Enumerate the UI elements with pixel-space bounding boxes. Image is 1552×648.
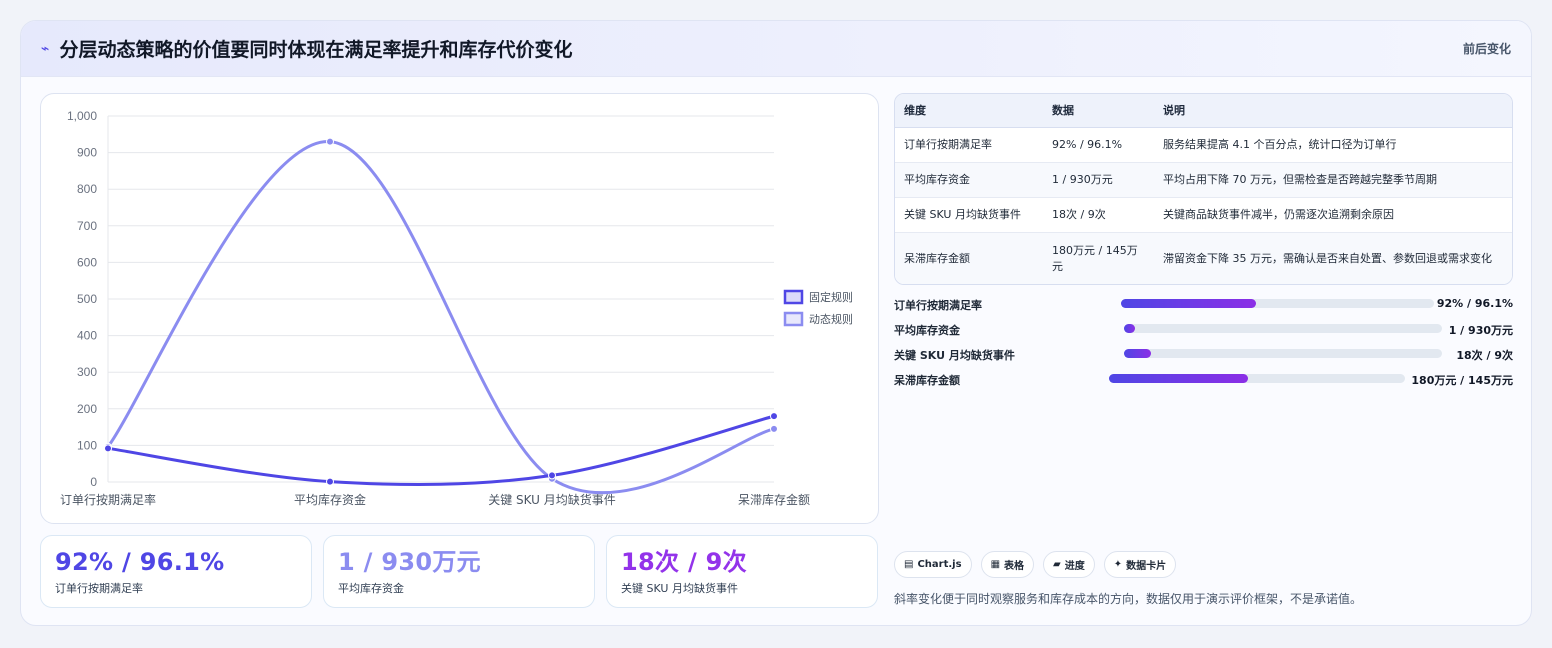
x-tick-label: 订单行按期满足率 xyxy=(60,492,156,507)
table-cell: 平均库存资金 xyxy=(895,162,1043,198)
kpi-value: 18次 / 9次 xyxy=(621,548,747,576)
kpi-card-fill-rate: 92% / 96.1% 订单行按期满足率 xyxy=(40,535,312,608)
tag-label: 表格 xyxy=(1004,561,1025,572)
tag-chartjs[interactable]: ▤ Chart.js xyxy=(894,551,972,578)
table-icon: ▦ xyxy=(990,559,1001,570)
card-header: ⌁ 分层动态策略的价值要同时体现在满足率提升和库存代价变化 前后变化 xyxy=(21,21,1531,77)
legend-label: 固定规则 xyxy=(809,290,853,304)
y-tick-label: 700 xyxy=(77,219,97,233)
y-tick-label: 0 xyxy=(90,475,97,489)
card-icon: ✦ xyxy=(1113,559,1123,570)
y-tick-label: 400 xyxy=(77,329,97,343)
y-tick-label: 800 xyxy=(77,182,97,196)
tag-label: 数据卡片 xyxy=(1126,561,1167,572)
kpi-label: 订单行按期满足率 xyxy=(55,582,143,595)
legend-swatch xyxy=(783,311,804,327)
data-point xyxy=(326,137,334,146)
progress-label: 关键 SKU 月均缺货事件 xyxy=(894,349,1015,362)
progress-icon: ▰ xyxy=(1053,559,1061,570)
kpi-card-inventory: 1 / 930万元 平均库存资金 xyxy=(323,535,595,608)
chart-icon: ▤ xyxy=(904,559,914,570)
progress-track xyxy=(1124,324,1442,333)
y-tick-label: 300 xyxy=(77,365,97,379)
y-tick-label: 100 xyxy=(77,438,97,452)
y-tick-label: 200 xyxy=(77,402,97,416)
y-tick-label: 500 xyxy=(77,292,97,306)
kpi-value: 92% / 96.1% xyxy=(55,548,225,576)
y-tick-label: 1,000 xyxy=(67,109,97,123)
line-chart: 0 100 200 300 400 500 600 700 800 900 1,000 订单行按期满足… xyxy=(40,93,879,524)
table-header-row: 维度 数据 说明 xyxy=(895,94,1512,128)
kpi-label: 关键 SKU 月均缺货事件 xyxy=(621,582,738,595)
progress-row: 呆滞库存金额 180万元 / 145万元 xyxy=(894,369,1513,394)
x-tick-label: 关键 SKU 月均缺货事件 xyxy=(488,492,616,507)
kpi-label: 平均库存资金 xyxy=(338,582,404,595)
progress-fill xyxy=(1124,324,1136,333)
tag-list: ▤ Chart.js ▦ 表格 ▰ 进度 ✦ 数据卡片 xyxy=(894,551,1177,578)
progress-fill xyxy=(1121,299,1256,308)
footnote: 斜率变化便于同时观察服务和库存成本的方向，数据仅用于演示评价框架，不是承诺值。 xyxy=(894,592,1363,606)
table-header: 维度 xyxy=(895,94,1043,128)
table-row: 关键 SKU 月均缺货事件 18次 / 9次 关键商品缺货事件减半，仍需逐次追溯… xyxy=(895,197,1512,233)
legend-swatch xyxy=(783,289,804,305)
progress-fill xyxy=(1109,374,1249,383)
kpi-card-stockout: 18次 / 9次 关键 SKU 月均缺货事件 xyxy=(606,535,878,608)
progress-list: 订单行按期满足率 92% / 96.1% 平均库存资金 1 / 930万元 关键… xyxy=(894,294,1513,394)
tag-label: Chart.js xyxy=(917,559,962,570)
tag-data-card[interactable]: ✦ 数据卡片 xyxy=(1103,551,1177,578)
progress-track xyxy=(1124,349,1442,358)
table-cell: 18次 / 9次 xyxy=(1043,197,1154,233)
y-tick-label: 900 xyxy=(77,146,97,160)
table-row: 平均库存资金 1 / 930万元 平均占用下降 70 万元，但需检查是否跨越完整… xyxy=(895,162,1512,198)
series-line xyxy=(106,140,775,495)
data-point xyxy=(104,444,112,453)
table-cell: 92% / 96.1% xyxy=(1043,127,1154,163)
tag-table[interactable]: ▦ 表格 xyxy=(980,551,1035,578)
table-row: 订单行按期满足率 92% / 96.1% 服务结果提高 4.1 个百分点，统计口… xyxy=(895,127,1512,163)
table-cell: 180万元 / 145万元 xyxy=(1043,232,1154,284)
progress-row: 订单行按期满足率 92% / 96.1% xyxy=(894,294,1513,319)
series-line xyxy=(107,414,775,487)
progress-value: 180万元 / 145万元 xyxy=(1411,374,1513,387)
x-tick-label: 呆滞库存金额 xyxy=(738,492,810,507)
progress-label: 呆滞库存金额 xyxy=(894,374,960,387)
progress-value: 1 / 930万元 xyxy=(1448,324,1513,337)
table-row: 呆滞库存金额 180万元 / 145万元 滞留资金下降 35 万元，需确认是否来… xyxy=(895,232,1512,284)
progress-label: 订单行按期满足率 xyxy=(894,299,982,312)
progress-row: 平均库存资金 1 / 930万元 xyxy=(894,319,1513,344)
table-cell: 1 / 930万元 xyxy=(1043,162,1154,198)
page-title: 分层动态策略的价值要同时体现在满足率提升和库存代价变化 xyxy=(59,39,573,61)
table-header: 数据 xyxy=(1043,94,1154,128)
kpi-value: 1 / 930万元 xyxy=(338,548,481,576)
table-cell: 关键 SKU 月均缺货事件 xyxy=(895,197,1043,233)
data-table: 维度 数据 说明 订单行按期满足率 92% / 96.1% 服务结果提高 4.1… xyxy=(894,93,1513,285)
chart-svg: 0 100 200 300 400 500 600 700 800 900 1,000 订单行按期满足… xyxy=(60,109,853,507)
table-header: 说明 xyxy=(1154,94,1512,128)
data-point xyxy=(548,471,556,480)
table-cell: 关键商品缺货事件减半，仍需逐次追溯剩余原因 xyxy=(1154,197,1512,233)
legend-label: 动态规则 xyxy=(809,312,853,326)
progress-value: 92% / 96.1% xyxy=(1436,297,1513,310)
y-tick-label: 600 xyxy=(77,255,97,269)
progress-row: 关键 SKU 月均缺货事件 18次 / 9次 xyxy=(894,344,1513,369)
main-card: ⌁ 分层动态策略的价值要同时体现在满足率提升和库存代价变化 前后变化 0 100 2… xyxy=(20,20,1532,626)
table-cell: 呆滞库存金额 xyxy=(895,232,1043,284)
x-tick-label: 平均库存资金 xyxy=(294,492,366,507)
tag-label: 进度 xyxy=(1064,561,1085,572)
data-point xyxy=(770,412,778,421)
progress-value: 18次 / 9次 xyxy=(1456,349,1513,362)
table-cell: 滞留资金下降 35 万元，需确认是否来自处置、参数回退或需求变化 xyxy=(1154,232,1512,284)
progress-track xyxy=(1121,299,1434,308)
table-cell: 订单行按期满足率 xyxy=(895,127,1043,163)
data-point xyxy=(770,424,778,433)
header-caption: 前后变化 xyxy=(1462,42,1511,56)
progress-label: 平均库存资金 xyxy=(894,324,960,337)
table-cell: 服务结果提高 4.1 个百分点，统计口径为订单行 xyxy=(1154,127,1512,163)
data-point xyxy=(326,477,334,486)
sparkle-icon: ⌁ xyxy=(41,40,50,57)
progress-track xyxy=(1109,374,1405,383)
tag-progress[interactable]: ▰ 进度 xyxy=(1043,551,1095,578)
progress-fill xyxy=(1124,349,1152,358)
table-cell: 平均占用下降 70 万元，但需检查是否跨越完整季节周期 xyxy=(1154,162,1512,198)
